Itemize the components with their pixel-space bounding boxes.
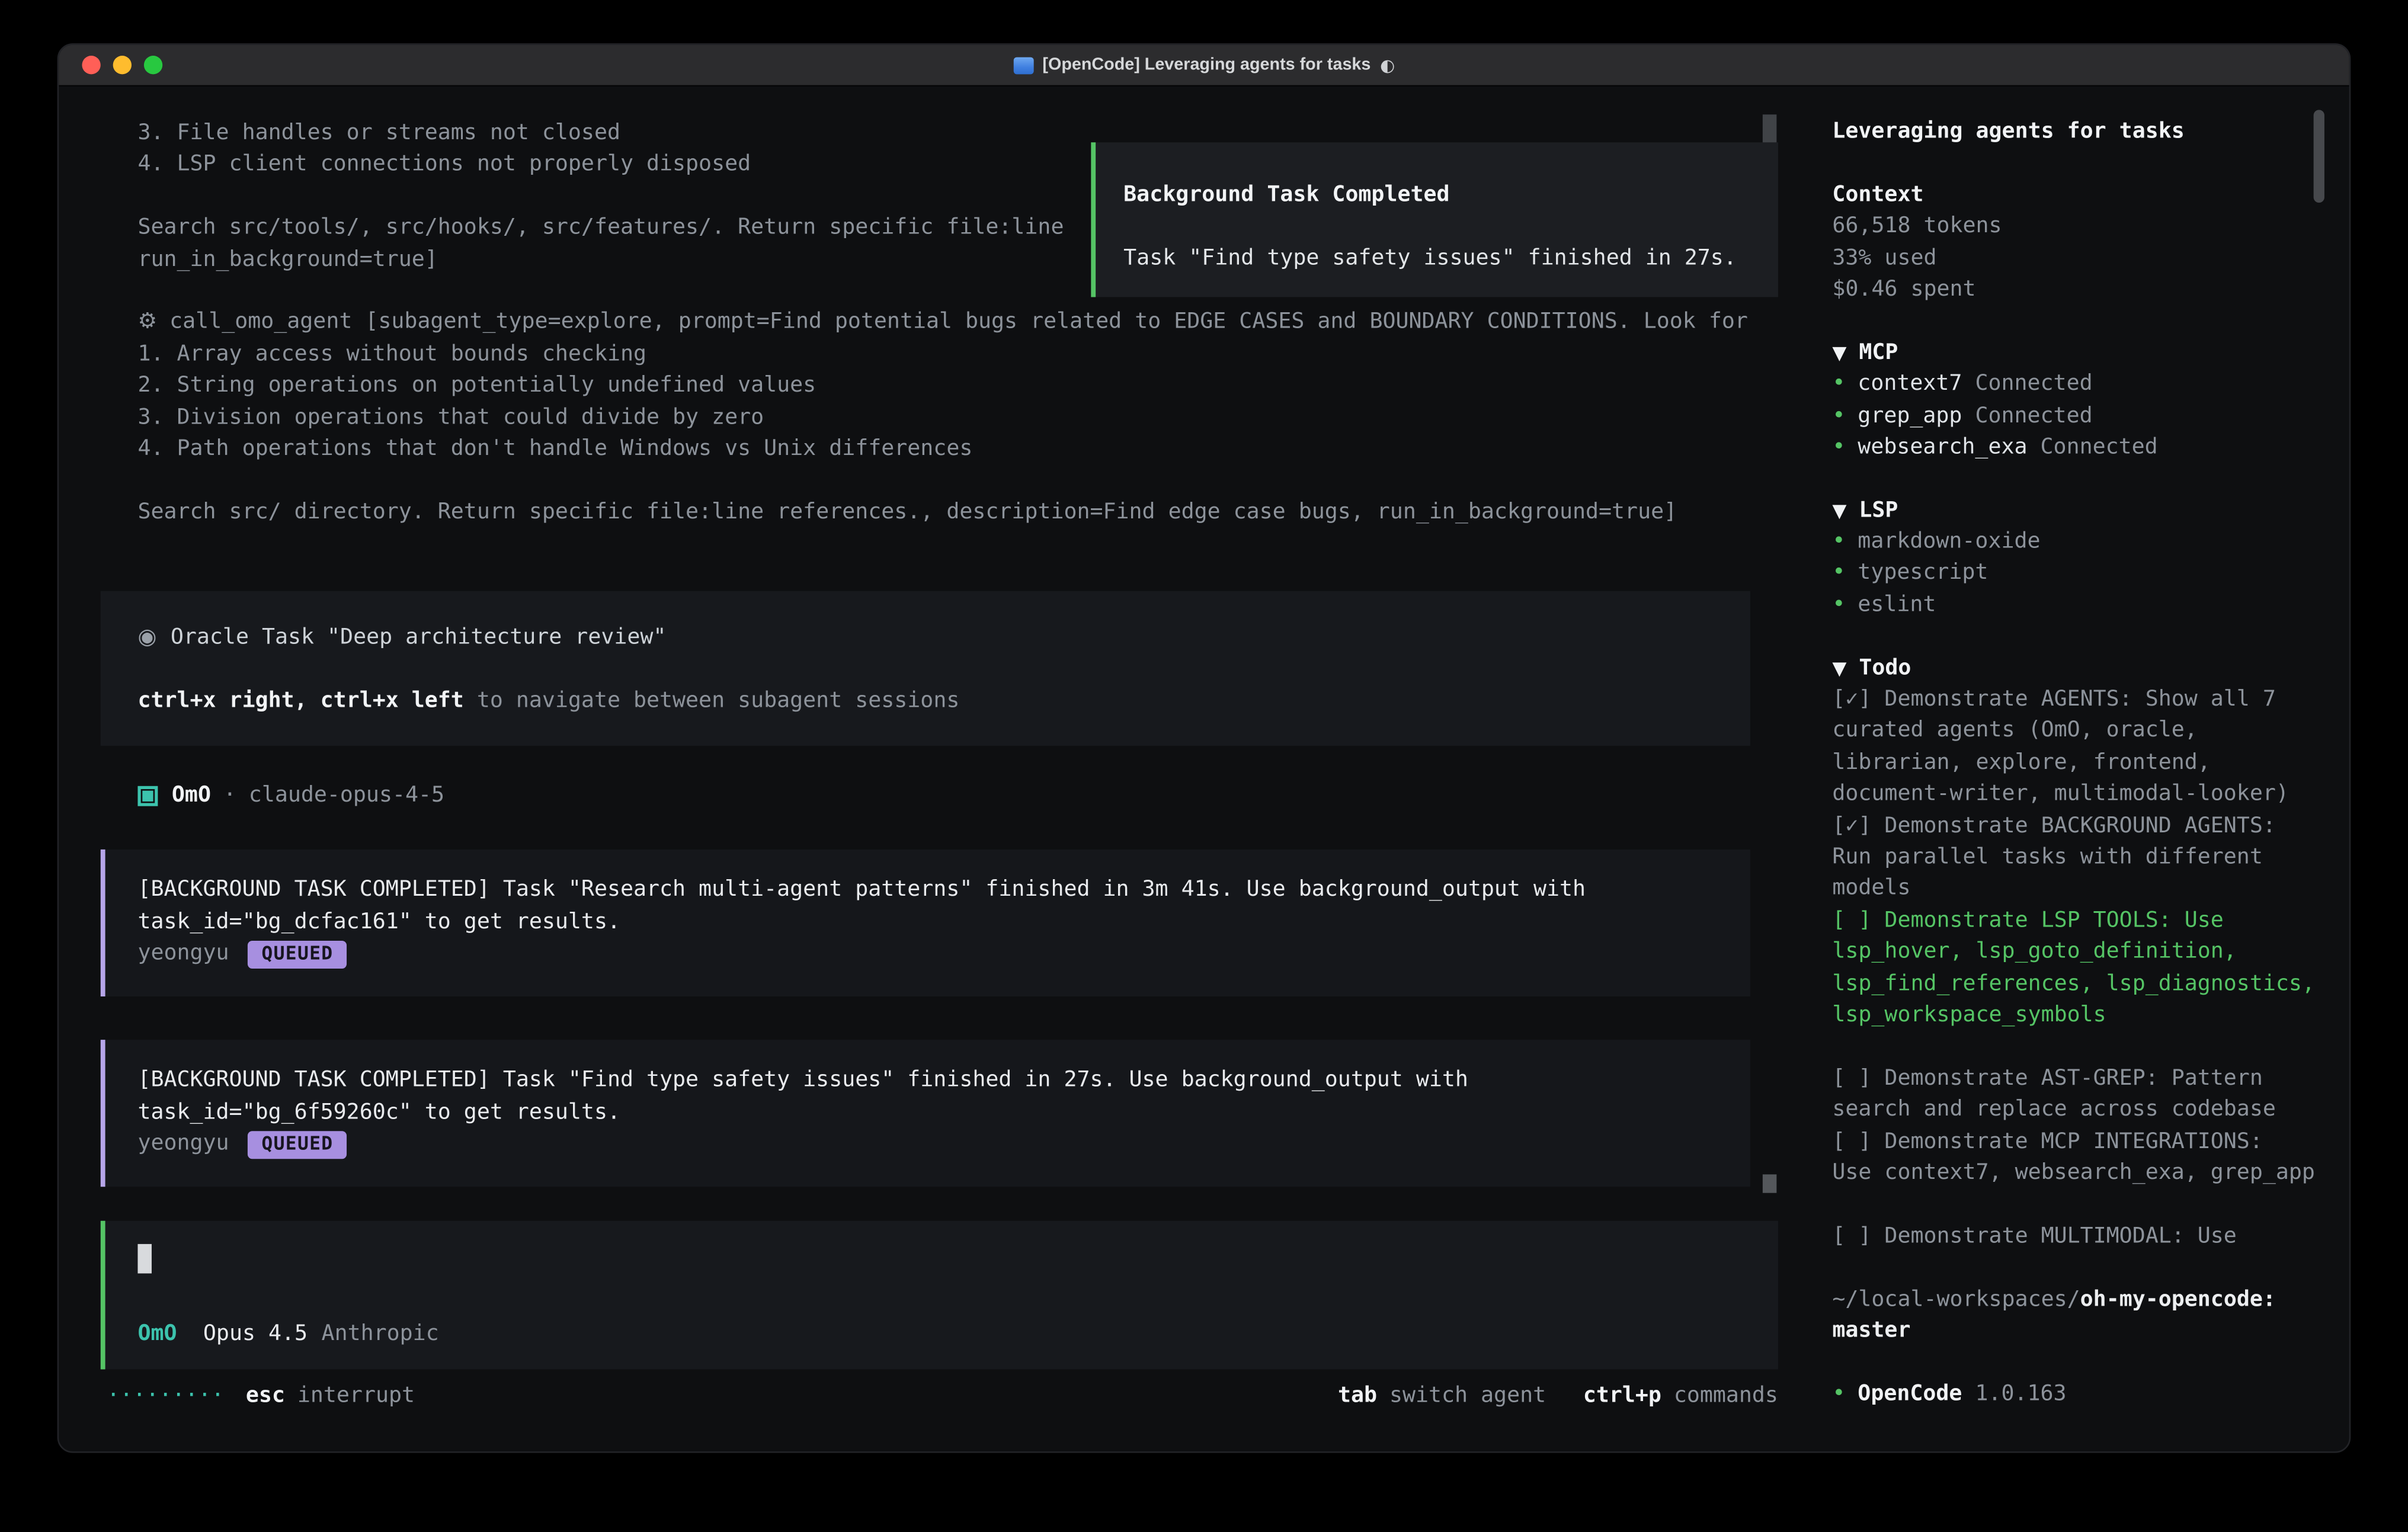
toast-title: Background Task Completed	[1123, 180, 1750, 211]
message-block: [BACKGROUND TASK COMPLETED] Task "Find t…	[101, 1040, 1750, 1187]
input-provider-name: Anthropic	[322, 1318, 439, 1350]
zoom-button[interactable]	[144, 56, 162, 74]
bullet-icon: •	[1832, 371, 1845, 396]
titlebar: [OpenCode] Leveraging agents for tasks ◐	[59, 45, 2349, 87]
message-line: [BACKGROUND TASK COMPLETED] Task "Find t…	[137, 1065, 1750, 1097]
app-icon	[1013, 56, 1033, 73]
message-block: [BACKGROUND TASK COMPLETED] Task "Resear…	[101, 850, 1750, 997]
mcp-item: •grep_app Connected	[1832, 400, 2330, 431]
bullet-icon: •	[1832, 529, 1845, 554]
queued-badge: QUEUED	[248, 941, 347, 969]
mcp-item: •context7 Connected	[1832, 368, 2330, 400]
esc-keyhint-label: interrupt	[297, 1381, 415, 1412]
session-title: Leveraging agents for tasks	[1832, 116, 2330, 148]
window-title: [OpenCode] Leveraging agents for tasks	[1042, 56, 1370, 74]
gear-icon: ⚙	[137, 310, 157, 335]
traffic-lights	[82, 56, 162, 74]
todo-section-header[interactable]: ▼Todo	[1832, 652, 2330, 684]
prompt-input[interactable]: OmO Opus 4.5 Anthropic	[101, 1222, 1778, 1370]
context-heading: Context	[1832, 179, 2330, 210]
tool-call-line: 4. Path operations that don't handle Win…	[101, 433, 1809, 464]
todo-item: [ ] Demonstrate AST-GREP: Pattern search…	[1832, 1063, 2330, 1126]
queued-badge: QUEUED	[248, 1132, 347, 1159]
message-line: task_id="bg_dcfac161" to get results.	[137, 906, 1750, 938]
screen: [OpenCode] Leveraging agents for tasks ◐…	[0, 0, 2408, 1532]
window-title-group: [OpenCode] Leveraging agents for tasks ◐	[59, 45, 2349, 85]
collapse-icon: ▼	[1832, 499, 1846, 521]
minimize-button[interactable]	[113, 56, 132, 74]
sidebar-scrollbar-thumb[interactable]	[2314, 110, 2324, 203]
bullet-icon: •	[1832, 592, 1845, 617]
subagent-nav-hint: ctrl+x right, ctrl+x left to navigate be…	[137, 685, 1713, 717]
bullet-icon: •	[1832, 561, 1845, 586]
message-author: yeongyu	[137, 1132, 229, 1156]
session-progress-icon: ◐	[1380, 55, 1395, 75]
terminal-main: 3. File handles or streams not closed 4.…	[59, 86, 1809, 1451]
bullet-icon: •	[1832, 435, 1845, 460]
lsp-section-header[interactable]: ▼LSP	[1832, 495, 2330, 526]
tool-call-line: 3. Division operations that could divide…	[101, 402, 1809, 433]
todo-item: [✓] Demonstrate AGENTS: Show all 7 curat…	[1832, 684, 2330, 810]
oracle-task-title: ◉Oracle Task "Deep architecture review"	[137, 622, 1713, 653]
esc-keyhint: esc	[246, 1381, 285, 1412]
agent-icon	[137, 786, 158, 806]
oracle-task-panel: ◉Oracle Task "Deep architecture review" …	[101, 591, 1750, 746]
message-line: [BACKGROUND TASK COMPLETED] Task "Resear…	[137, 875, 1750, 906]
status-right: tab switch agent ctrl+p commands	[1338, 1381, 1778, 1412]
message-author: yeongyu	[137, 941, 229, 966]
separator-dot: ·	[223, 780, 236, 812]
commands-keyhint: ctrl+p	[1583, 1381, 1661, 1412]
sidebar: Leveraging agents for tasks Context 66,5…	[1809, 86, 2349, 1451]
bullet-icon: •	[1832, 403, 1845, 428]
workspace-branch: master	[1832, 1315, 2330, 1347]
toast-body: Task "Find type safety issues" finished …	[1123, 242, 1750, 274]
input-agent-name: OmO	[137, 1318, 177, 1350]
agent-name: OmO	[172, 780, 211, 812]
close-button[interactable]	[82, 56, 100, 74]
main-scrollbar-mark[interactable]	[1763, 1174, 1777, 1193]
agent-model: claude-opus-4-5	[249, 780, 444, 812]
lsp-item: •markdown-oxide	[1832, 526, 2330, 557]
background-task-toast: Background Task Completed Task "Find typ…	[1091, 142, 1778, 297]
todo-item: [ ] Demonstrate MULTIMODAL: Use	[1832, 1220, 2330, 1252]
todo-item: [ ] Demonstrate LSP TOOLS: Use lsp_hover…	[1832, 905, 2330, 1031]
status-bar: ········· esc interrupt tab switch agent…	[101, 1381, 1778, 1412]
todo-item: [ ] Demonstrate MCP INTEGRATIONS: Use co…	[1832, 1126, 2330, 1190]
mcp-item: •websearch_exa Connected	[1832, 431, 2330, 463]
tab-keyhint-label: switch agent	[1389, 1381, 1546, 1412]
context-spent: $0.46 spent	[1832, 274, 2330, 305]
tool-call-footer: Search src/ directory. Return specific f…	[101, 496, 1809, 528]
text-cursor	[137, 1245, 152, 1274]
message-meta: yeongyu QUEUED	[137, 1129, 1750, 1160]
status-left: ········· esc interrupt	[107, 1381, 415, 1412]
collapse-icon: ▼	[1832, 657, 1846, 679]
lsp-item: •typescript	[1832, 557, 2330, 589]
context-used: 33% used	[1832, 242, 2330, 274]
input-footer: OmO Opus 4.5 Anthropic	[137, 1318, 1778, 1350]
version-row: •OpenCode 1.0.163	[1832, 1379, 2330, 1410]
message-meta: yeongyu QUEUED	[137, 938, 1750, 969]
spinner-icon: ·········	[107, 1381, 224, 1412]
todo-item: [✓] Demonstrate BACKGROUND AGENTS: Run p…	[1832, 810, 2330, 905]
collapse-icon: ▼	[1832, 342, 1846, 364]
tool-call-line: 1. Array access without bounds checking	[101, 338, 1809, 370]
input-model-name: Opus 4.5	[203, 1318, 308, 1350]
tool-call-line: 2. String operations on potentially unde…	[101, 370, 1809, 402]
opencode-window: [OpenCode] Leveraging agents for tasks ◐…	[57, 43, 2351, 1453]
workspace-path: ~/local-workspaces/oh-my-opencode:	[1832, 1284, 2330, 1315]
tab-keyhint: tab	[1338, 1381, 1377, 1412]
tool-call-header: ⚙call_omo_agent [subagent_type=explore, …	[101, 307, 1809, 338]
agent-header: OmO · claude-opus-4-5	[101, 780, 1809, 812]
mcp-section-header[interactable]: ▼MCP	[1832, 337, 2330, 368]
oracle-icon: ◉	[137, 625, 156, 650]
commands-keyhint-label: commands	[1674, 1381, 1778, 1412]
bullet-icon: •	[1832, 1382, 1845, 1406]
context-tokens: 66,518 tokens	[1832, 211, 2330, 242]
lsp-item: •eslint	[1832, 589, 2330, 621]
message-line: task_id="bg_6f59260c" to get results.	[137, 1097, 1750, 1128]
